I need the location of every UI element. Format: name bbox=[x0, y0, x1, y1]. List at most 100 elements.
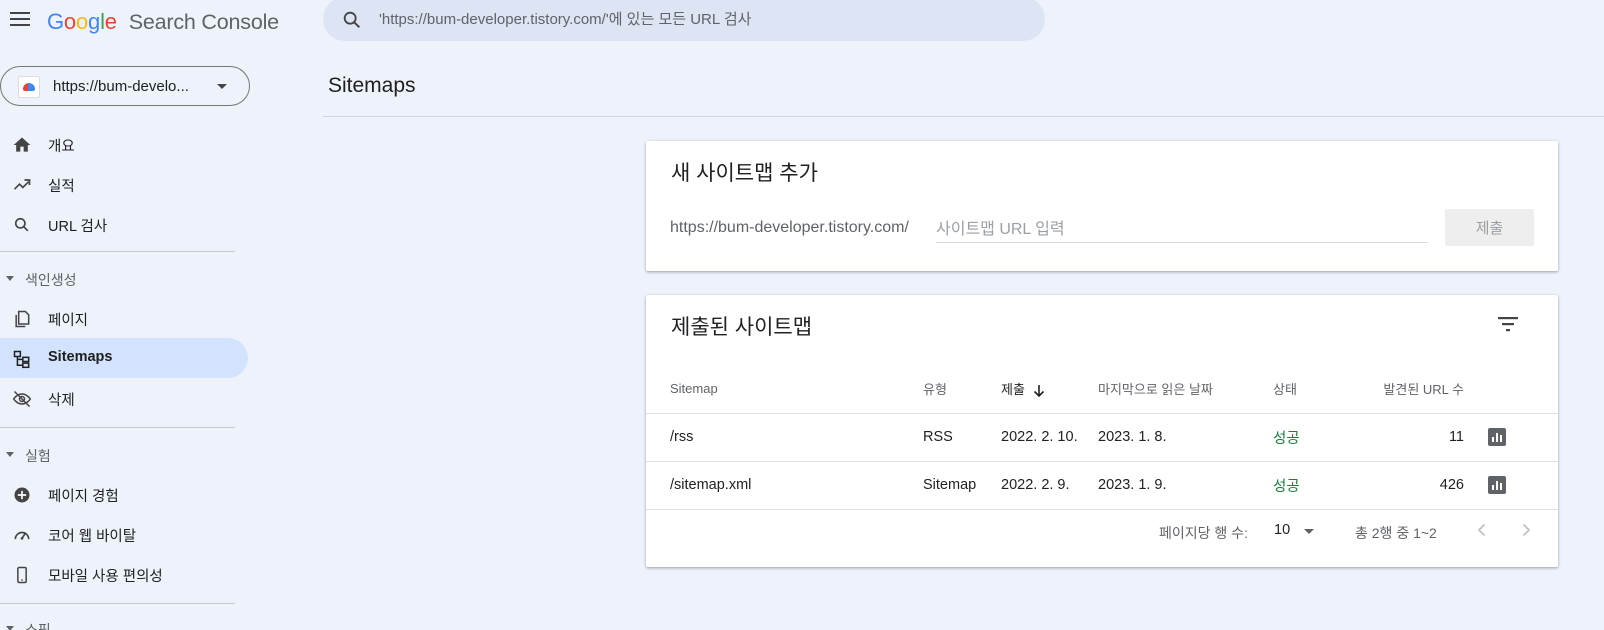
add-circle-icon bbox=[14, 487, 30, 503]
card-title: 새 사이트맵 추가 bbox=[671, 162, 818, 185]
sidebar-item-core-web-vitals[interactable]: 코어 웹 바이탈 bbox=[0, 514, 248, 554]
speed-icon bbox=[14, 531, 30, 540]
logo-letter: g bbox=[88, 9, 101, 34]
cell-status: 성공 bbox=[1273, 461, 1363, 510]
dropdown-caret-icon bbox=[217, 84, 227, 89]
sidebar-item-removals[interactable]: 삭제 bbox=[0, 378, 248, 418]
sitemaps-table: Sitemap 유형 제출 마지막으로 읽은 날짜 상태 발견된 URL 수 /… bbox=[646, 365, 1558, 510]
trending-up-icon bbox=[13, 179, 31, 190]
cell-last-read: 2023. 1. 9. bbox=[1098, 461, 1273, 510]
submitted-sitemaps-card: 제출된 사이트맵 Sitemap 유형 제출 마지막으로 읽은 날짜 상태 발견… bbox=[646, 295, 1558, 567]
add-sitemap-card: 새 사이트맵 추가 https://bum-developer.tistory.… bbox=[646, 141, 1558, 271]
bar-chart-icon[interactable] bbox=[1488, 428, 1506, 446]
column-header-submitted[interactable]: 제출 bbox=[1001, 365, 1098, 414]
chevron-left-icon[interactable] bbox=[1472, 520, 1492, 540]
app-logo[interactable]: Google Search Console bbox=[47, 9, 279, 35]
cell-discovered-urls: 426 bbox=[1363, 461, 1464, 510]
property-selector[interactable]: https://bum-develo... bbox=[0, 66, 250, 106]
table-row[interactable]: /rss RSS 2022. 2. 10. 2023. 1. 8. 성공 11 bbox=[646, 413, 1558, 462]
sitemap-icon bbox=[13, 350, 30, 369]
sidebar-item-label: 삭제 bbox=[48, 393, 75, 409]
sidebar-section-indexing[interactable]: 색인생성 bbox=[0, 267, 200, 291]
pages-icon bbox=[15, 310, 30, 328]
sidebar-item-label: Sitemaps bbox=[48, 349, 113, 365]
cell-type: Sitemap bbox=[923, 461, 1001, 510]
sidebar-item-pages[interactable]: 페이지 bbox=[0, 298, 248, 338]
card-title: 제출된 사이트맵 bbox=[671, 316, 813, 339]
sidebar-item-mobile-usability[interactable]: 모바일 사용 편의성 bbox=[0, 554, 248, 594]
column-header-label: 제출 bbox=[1001, 382, 1025, 398]
google-logo: Google bbox=[47, 9, 123, 34]
cell-actions bbox=[1464, 461, 1558, 510]
cell-type: RSS bbox=[923, 413, 1001, 462]
cell-last-read: 2023. 1. 8. bbox=[1098, 413, 1273, 462]
sidebar-item-sitemaps[interactable]: Sitemaps bbox=[0, 338, 248, 378]
visibility-off-icon bbox=[12, 390, 32, 408]
dropdown-caret-icon[interactable] bbox=[1304, 529, 1314, 534]
filter-icon[interactable] bbox=[1496, 313, 1522, 335]
collapse-arrow-icon bbox=[6, 626, 14, 630]
sidebar-item-performance[interactable]: 실적 bbox=[0, 164, 248, 204]
cell-sitemap: /rss bbox=[646, 413, 923, 462]
logo-letter: o bbox=[75, 9, 89, 34]
logo-letter: e bbox=[104, 9, 117, 34]
column-header-actions bbox=[1464, 365, 1558, 414]
cell-submitted: 2022. 2. 9. bbox=[1001, 461, 1098, 510]
site-favicon-icon bbox=[18, 76, 40, 98]
pagination-range: 총 2행 중 1~2 bbox=[1355, 525, 1437, 541]
sidebar-item-label: 개요 bbox=[48, 139, 75, 155]
logo-letter: G bbox=[47, 9, 64, 34]
pagination: 페이지당 행 수: 10 총 2행 중 1~2 bbox=[646, 511, 1558, 551]
sidebar-item-label: URL 검사 bbox=[48, 219, 108, 235]
column-header-sitemap[interactable]: Sitemap bbox=[646, 365, 923, 414]
column-header-discovered-urls[interactable]: 발견된 URL 수 bbox=[1363, 365, 1464, 414]
cell-submitted: 2022. 2. 10. bbox=[1001, 413, 1098, 462]
sidebar-item-label: 실적 bbox=[48, 179, 75, 195]
collapse-arrow-icon bbox=[6, 276, 14, 281]
section-label: 색인생성 bbox=[25, 272, 77, 288]
sidebar-divider bbox=[0, 603, 235, 604]
sitemap-url-input[interactable] bbox=[936, 217, 1428, 243]
bar-chart-icon[interactable] bbox=[1488, 476, 1506, 494]
section-label: 실험 bbox=[25, 448, 51, 464]
url-inspection-search[interactable] bbox=[323, 0, 1045, 41]
chevron-right-icon[interactable] bbox=[1516, 520, 1536, 540]
sort-descending-icon bbox=[1033, 384, 1044, 397]
search-input[interactable] bbox=[379, 8, 1019, 30]
column-header-last-read[interactable]: 마지막으로 읽은 날짜 bbox=[1098, 365, 1273, 414]
main-menu-button[interactable] bbox=[10, 12, 30, 28]
submit-button[interactable]: 제출 bbox=[1445, 209, 1534, 246]
home-icon bbox=[13, 137, 31, 152]
property-label: https://bum-develo... bbox=[53, 78, 189, 95]
sidebar-item-page-experience[interactable]: 페이지 경험 bbox=[0, 474, 248, 514]
table-row[interactable]: /sitemap.xml Sitemap 2022. 2. 9. 2023. 1… bbox=[646, 461, 1558, 510]
column-header-status[interactable]: 상태 bbox=[1273, 365, 1363, 414]
sitemap-url-prefix: https://bum-developer.tistory.com/ bbox=[670, 219, 909, 236]
rows-per-page-label: 페이지당 행 수: bbox=[1159, 525, 1248, 541]
cell-status: 성공 bbox=[1273, 413, 1363, 462]
rows-per-page-select[interactable]: 10 bbox=[1274, 522, 1290, 538]
sidebar-item-overview[interactable]: 개요 bbox=[0, 124, 248, 164]
table-header-row: Sitemap 유형 제출 마지막으로 읽은 날짜 상태 발견된 URL 수 bbox=[646, 365, 1558, 414]
header-divider bbox=[323, 116, 1604, 117]
column-header-type[interactable]: 유형 bbox=[923, 365, 1001, 414]
sidebar-item-label: 모바일 사용 편의성 bbox=[48, 569, 163, 585]
sidebar-item-label: 페이지 경험 bbox=[48, 489, 119, 505]
search-icon bbox=[14, 217, 29, 232]
cell-discovered-urls: 11 bbox=[1363, 413, 1464, 462]
sidebar-item-url-inspection[interactable]: URL 검사 bbox=[0, 204, 248, 244]
cell-actions bbox=[1464, 413, 1558, 462]
search-icon bbox=[343, 11, 361, 29]
sidebar-item-label: 페이지 bbox=[48, 313, 89, 329]
sidebar-divider bbox=[0, 427, 235, 428]
product-name: Search Console bbox=[128, 10, 279, 34]
smartphone-icon bbox=[17, 566, 27, 584]
sidebar-item-label: 코어 웹 바이탈 bbox=[48, 529, 137, 545]
cell-sitemap: /sitemap.xml bbox=[646, 461, 923, 510]
section-label: 쇼핑 bbox=[25, 622, 51, 630]
logo-letter: o bbox=[63, 9, 76, 34]
sidebar-section-shopping[interactable]: 쇼핑 bbox=[0, 617, 200, 630]
sidebar-section-experience[interactable]: 실험 bbox=[0, 443, 200, 467]
collapse-arrow-icon bbox=[6, 452, 14, 457]
sidebar-divider bbox=[0, 251, 235, 252]
